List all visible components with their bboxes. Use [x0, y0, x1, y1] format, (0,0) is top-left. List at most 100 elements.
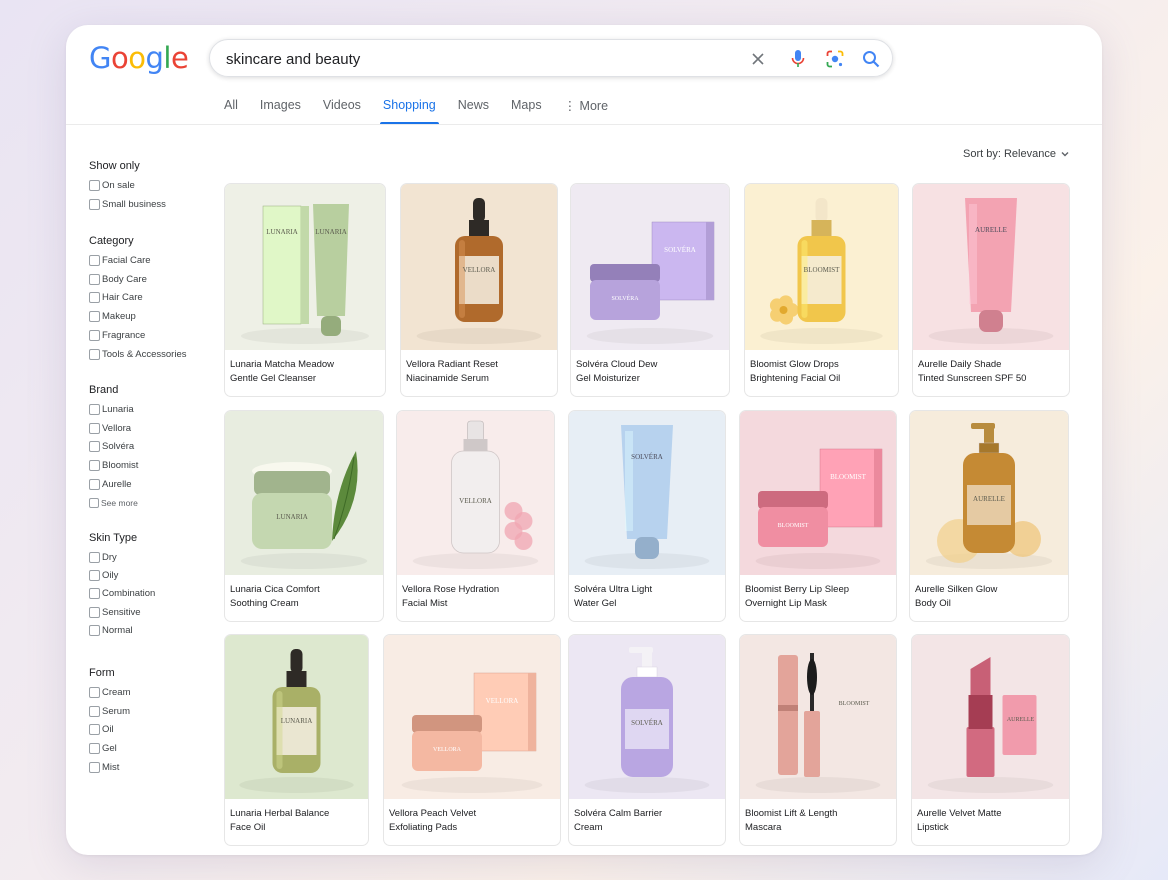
product-image[interactable]: BLOOMIST — [745, 184, 898, 350]
tab-news[interactable]: News — [458, 92, 489, 125]
checkbox[interactable] — [89, 255, 100, 266]
product-title[interactable]: Aurelle Daily Shade Tinted Sunscreen SPF … — [918, 358, 1065, 386]
filter-option[interactable]: Body Care — [89, 273, 147, 285]
checkbox[interactable] — [89, 588, 100, 600]
checkbox[interactable] — [89, 311, 100, 323]
checkbox[interactable] — [89, 441, 100, 453]
product-image[interactable]: BLOOMIST — [740, 635, 896, 799]
filter-option[interactable]: Cream — [89, 687, 131, 698]
filter-option[interactable]: Aurelle — [89, 478, 132, 490]
checkbox[interactable] — [89, 273, 100, 285]
product-card[interactable]: LUNARIA LUNARIA Lunaria Matcha Meadow Gentl… — [224, 183, 386, 397]
checkbox[interactable] — [89, 624, 100, 636]
product-title[interactable]: Solvéra Ultra Light Water Gel — [574, 583, 721, 611]
product-image[interactable]: SOLVÉRA — [569, 411, 725, 575]
see-more-link[interactable]: See more — [89, 497, 138, 508]
checkbox[interactable] — [89, 460, 100, 472]
filter-option[interactable]: Bloomist — [89, 460, 138, 472]
tab-shopping[interactable]: Shopping — [379, 92, 439, 125]
product-card[interactable]: BLOOMIST Bloomist Glow Drops Brightening F… — [744, 183, 899, 397]
filter-option[interactable]: Solvéra — [89, 441, 134, 453]
checkbox[interactable] — [89, 329, 100, 341]
product-title[interactable]: Solvéra Cloud Dew Gel Moisturizer — [576, 358, 725, 386]
product-title[interactable]: Vellora Radiant Reset Niacinamide Serum — [406, 358, 553, 386]
filter-option[interactable]: Mist — [89, 761, 119, 773]
product-title[interactable]: Lunaria Cica Comfort Soothing Cream — [230, 583, 379, 611]
product-title[interactable]: Lunaria Herbal Balance Face Oil — [230, 807, 364, 835]
product-image[interactable]: LUNARIA — [225, 635, 368, 799]
search-input[interactable] — [226, 51, 706, 68]
product-title[interactable]: Aurelle Velvet Matte Lipstick — [917, 807, 1065, 835]
checkbox[interactable] — [89, 606, 100, 618]
product-title[interactable]: Vellora Peach Velvet Exfoliating Pads — [389, 807, 556, 835]
google-logo[interactable]: Google — [89, 41, 189, 75]
product-title[interactable]: Lunaria Matcha Meadow Gentle Gel Cleanser — [230, 358, 381, 386]
product-card[interactable]: SOLVÉRA Solvéra Calm Barrier Cream — [568, 634, 726, 846]
product-title[interactable]: Bloomist Lift & Length Mascara — [745, 807, 892, 835]
filter-option[interactable]: Dry — [89, 552, 117, 563]
filter-option[interactable]: On sale — [89, 180, 135, 191]
tab-maps[interactable]: Maps — [511, 92, 542, 125]
product-card[interactable]: BLOOMIST Bloomist Lift & Length Mascara — [739, 634, 897, 846]
checkbox[interactable] — [89, 478, 100, 490]
search-box[interactable] — [209, 39, 893, 77]
filter-option[interactable]: Hair Care — [89, 292, 143, 304]
product-card[interactable]: VELLORA Vellora Rose Hydration Facial Mist — [396, 410, 555, 622]
product-image[interactable]: VELLORA — [397, 411, 554, 575]
filter-option[interactable]: Oil — [89, 724, 114, 736]
filter-option[interactable]: Fragrance — [89, 329, 145, 341]
checkbox[interactable] — [89, 705, 100, 717]
filter-option[interactable]: Oily — [89, 570, 118, 582]
filter-option[interactable]: Small business — [89, 199, 166, 210]
checkbox[interactable] — [89, 724, 100, 736]
sort-dropdown[interactable]: Sort by: Relevance — [963, 148, 1070, 160]
product-image[interactable]: LUNARIA — [225, 411, 383, 575]
tab-images[interactable]: Images — [260, 92, 301, 125]
checkbox[interactable] — [89, 743, 100, 755]
microphone-icon[interactable] — [788, 49, 808, 69]
filter-option[interactable]: Makeup — [89, 311, 136, 323]
product-image[interactable]: SOLVÉRA SOLVÉRA — [571, 184, 729, 350]
product-card[interactable]: SOLVÉRA Solvéra Ultra Light Water Gel — [568, 410, 726, 622]
checkbox[interactable] — [89, 761, 100, 773]
search-icon[interactable] — [861, 49, 881, 69]
product-title[interactable]: Aurelle Silken Glow Body Oil — [915, 583, 1064, 611]
checkbox[interactable] — [89, 199, 100, 210]
product-card[interactable]: BLOOMIST BLOOMIST Bloomist Berry Lip Sleep… — [739, 410, 897, 622]
filter-option[interactable]: Serum — [89, 705, 130, 717]
checkbox[interactable] — [89, 292, 100, 304]
checkbox[interactable] — [89, 348, 100, 360]
product-card[interactable]: VELLORA VELLORA Vellora Peach Velvet Exfoli… — [383, 634, 561, 846]
product-image[interactable]: AURELLE — [913, 184, 1069, 350]
tab-all[interactable]: All — [224, 92, 238, 125]
product-card[interactable]: SOLVÉRA SOLVÉRA Solvéra Cloud Dew Gel Moist… — [570, 183, 730, 397]
product-title[interactable]: Bloomist Glow Drops Brightening Facial Oi… — [750, 358, 894, 386]
product-title[interactable]: Vellora Rose Hydration Facial Mist — [402, 583, 550, 611]
filter-option[interactable]: Facial Care — [89, 255, 151, 266]
filter-option[interactable]: Normal — [89, 624, 133, 636]
checkbox[interactable] — [89, 687, 100, 698]
product-title[interactable]: Solvéra Calm Barrier Cream — [574, 807, 721, 835]
filter-option[interactable]: Vellora — [89, 422, 131, 434]
filter-option[interactable]: Tools & Accessories — [89, 348, 186, 360]
product-card[interactable]: VELLORA Vellora Radiant Reset Niacinamide … — [400, 183, 558, 397]
product-image[interactable]: VELLORA VELLORA — [384, 635, 560, 799]
clear-icon[interactable] — [748, 49, 768, 69]
product-image[interactable]: LUNARIA LUNARIA — [225, 184, 385, 350]
product-card[interactable]: AURELLE Aurelle Daily Shade Tinted Sunscre… — [912, 183, 1070, 397]
tab-videos[interactable]: Videos — [323, 92, 361, 125]
product-image[interactable]: AURELLE — [910, 411, 1068, 575]
product-image[interactable]: VELLORA — [401, 184, 557, 350]
filter-option[interactable]: Combination — [89, 588, 155, 600]
product-card[interactable]: LUNARIA Lunaria Herbal Balance Face Oil — [224, 634, 369, 846]
tab-more[interactable]: ⋮ More — [564, 92, 608, 125]
lens-icon[interactable] — [825, 49, 845, 69]
checkbox[interactable] — [89, 552, 100, 563]
product-card[interactable]: LUNARIA Lunaria Cica Comfort Soothing Crea… — [224, 410, 384, 622]
product-image[interactable]: BLOOMIST BLOOMIST — [740, 411, 896, 575]
product-card[interactable]: AURELLE Aurelle Velvet Matte Lipstick — [911, 634, 1070, 846]
checkbox[interactable] — [89, 180, 100, 191]
checkbox[interactable] — [89, 422, 100, 434]
checkbox[interactable] — [89, 570, 100, 582]
filter-option[interactable]: Sensitive — [89, 606, 141, 618]
